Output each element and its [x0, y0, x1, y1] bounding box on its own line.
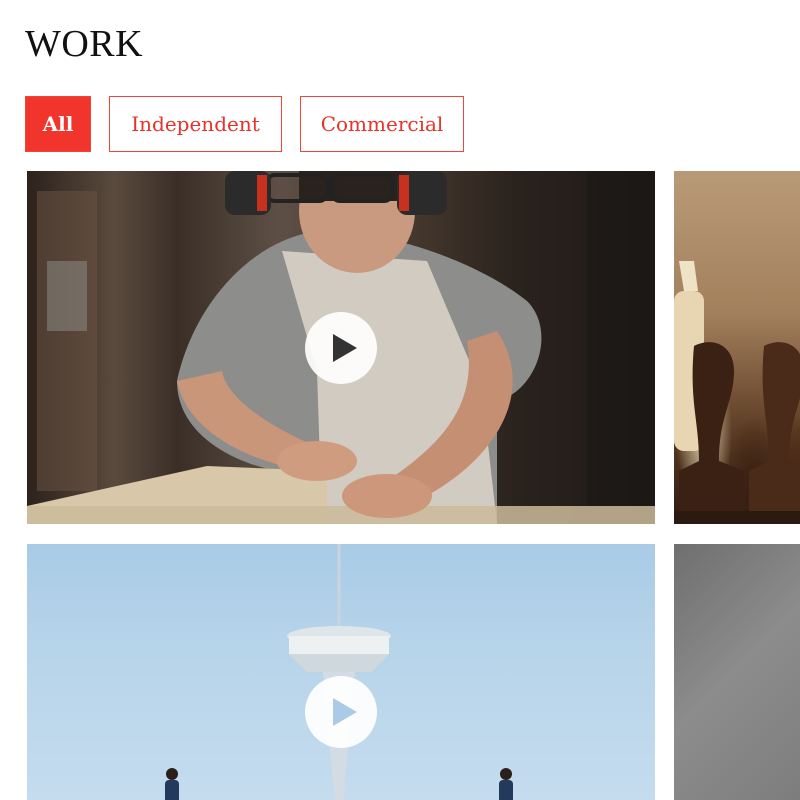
- filter-all-button[interactable]: All: [25, 96, 91, 152]
- video-card-woodworker[interactable]: [27, 171, 655, 524]
- play-icon: [333, 698, 357, 726]
- video-card-space-needle[interactable]: [27, 544, 655, 800]
- page-title: WORK: [25, 23, 144, 65]
- video-card-chess[interactable]: [674, 171, 800, 524]
- filter-commercial-button[interactable]: Commercial: [300, 96, 464, 152]
- play-button[interactable]: [305, 311, 377, 384]
- work-page: WORK All Independent Commercial: [0, 0, 800, 800]
- play-icon: [333, 333, 357, 362]
- play-button[interactable]: [305, 676, 377, 748]
- thumbnail-space-needle: [27, 544, 655, 800]
- video-card-gray[interactable]: [674, 544, 800, 800]
- filter-independent-button[interactable]: Independent: [109, 96, 282, 152]
- thumbnail-gray: [674, 544, 800, 800]
- thumbnail-chess: [674, 171, 800, 524]
- space-needle-illustration: [165, 544, 513, 800]
- chess-illustration: [674, 261, 800, 524]
